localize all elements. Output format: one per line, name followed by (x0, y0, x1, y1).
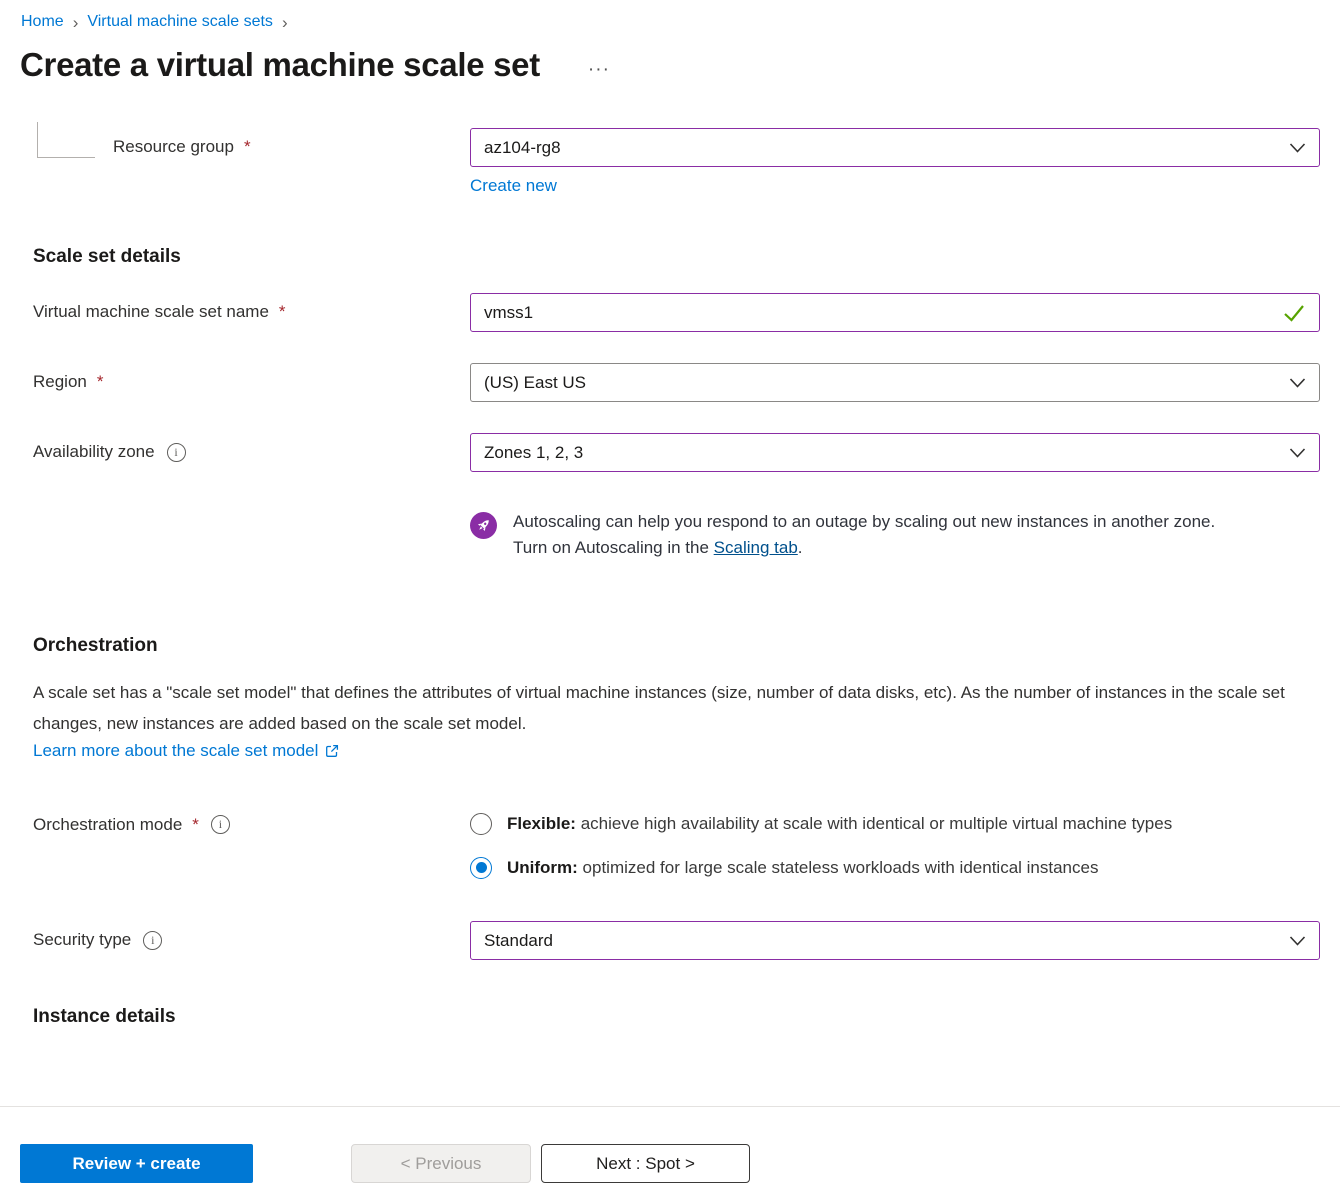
security-type-label: Security type (33, 930, 131, 950)
breadcrumb-home-link[interactable]: Home (21, 13, 64, 31)
next-spot-button[interactable]: Next : Spot > (541, 1144, 750, 1183)
availability-zone-value: Zones 1, 2, 3 (484, 443, 583, 463)
vmss-name-label: Virtual machine scale set name (33, 302, 269, 322)
security-type-value: Standard (484, 931, 553, 951)
page-title: Create a virtual machine scale set (20, 46, 540, 84)
vmss-name-input[interactable] (484, 303, 1282, 323)
info-icon[interactable]: i (167, 443, 186, 462)
info-icon[interactable]: i (143, 931, 162, 950)
chevron-down-icon (1289, 142, 1306, 154)
info-icon[interactable]: i (211, 815, 230, 834)
vmss-name-field (470, 293, 1320, 332)
required-marker: * (244, 137, 251, 157)
external-link-icon (324, 743, 340, 759)
more-options-icon[interactable]: ··· (588, 49, 610, 81)
chevron-down-icon (1289, 447, 1306, 459)
orchestration-mode-label: Orchestration mode (33, 815, 182, 835)
radio-uniform-name: Uniform: (507, 858, 578, 877)
required-marker: * (279, 302, 286, 322)
radio-icon (470, 813, 492, 835)
indent-line (37, 122, 95, 158)
resource-group-dropdown[interactable]: az104-rg8 (470, 128, 1320, 167)
required-marker: * (192, 815, 199, 835)
radio-uniform[interactable]: Uniform: optimized for large scale state… (470, 856, 1320, 881)
region-label: Region (33, 372, 87, 392)
radio-flexible-description: achieve high availability at scale with … (576, 814, 1172, 833)
radio-flexible-name: Flexible: (507, 814, 576, 833)
autoscaling-note: Autoscaling can help you respond to an o… (513, 509, 1245, 562)
required-marker: * (97, 372, 104, 392)
resource-group-label: Resource group (113, 137, 234, 157)
orchestration-description: A scale set has a "scale set model" that… (33, 677, 1320, 739)
autoscaling-rocket-icon (470, 512, 497, 539)
availability-zone-label: Availability zone (33, 442, 155, 462)
security-type-dropdown[interactable]: Standard (470, 921, 1320, 960)
section-scale-set-details: Scale set details (33, 246, 1320, 268)
create-new-link[interactable]: Create new (470, 176, 557, 196)
availability-zone-dropdown[interactable]: Zones 1, 2, 3 (470, 433, 1320, 472)
valid-check-icon (1282, 303, 1306, 323)
radio-uniform-description: optimized for large scale stateless work… (578, 858, 1099, 877)
learn-more-link[interactable]: Learn more about the scale set model (33, 741, 340, 761)
region-value: (US) East US (484, 373, 586, 393)
chevron-down-icon (1289, 377, 1306, 389)
radio-flexible[interactable]: Flexible: achieve high availability at s… (470, 812, 1320, 837)
note-text-after: . (798, 538, 803, 557)
chevron-down-icon (1289, 935, 1306, 947)
breadcrumb-separator-icon: › (73, 13, 79, 31)
section-instance-details: Instance details (33, 1006, 1320, 1028)
breadcrumb-separator-icon: › (282, 13, 288, 31)
scaling-tab-link[interactable]: Scaling tab (714, 538, 798, 557)
review-create-button[interactable]: Review + create (20, 1144, 253, 1183)
breadcrumb: Home › Virtual machine scale sets › (0, 0, 1340, 31)
wizard-footer: Review + create < Previous Next : Spot > (0, 1106, 1340, 1202)
section-orchestration: Orchestration (33, 635, 1320, 657)
radio-icon (470, 857, 492, 879)
region-dropdown[interactable]: (US) East US (470, 363, 1320, 402)
previous-button[interactable]: < Previous (351, 1144, 531, 1183)
breadcrumb-vmss-link[interactable]: Virtual machine scale sets (87, 13, 273, 31)
note-text-before: Autoscaling can help you respond to an o… (513, 512, 1215, 557)
resource-group-value: az104-rg8 (484, 138, 561, 158)
learn-more-label: Learn more about the scale set model (33, 741, 318, 761)
